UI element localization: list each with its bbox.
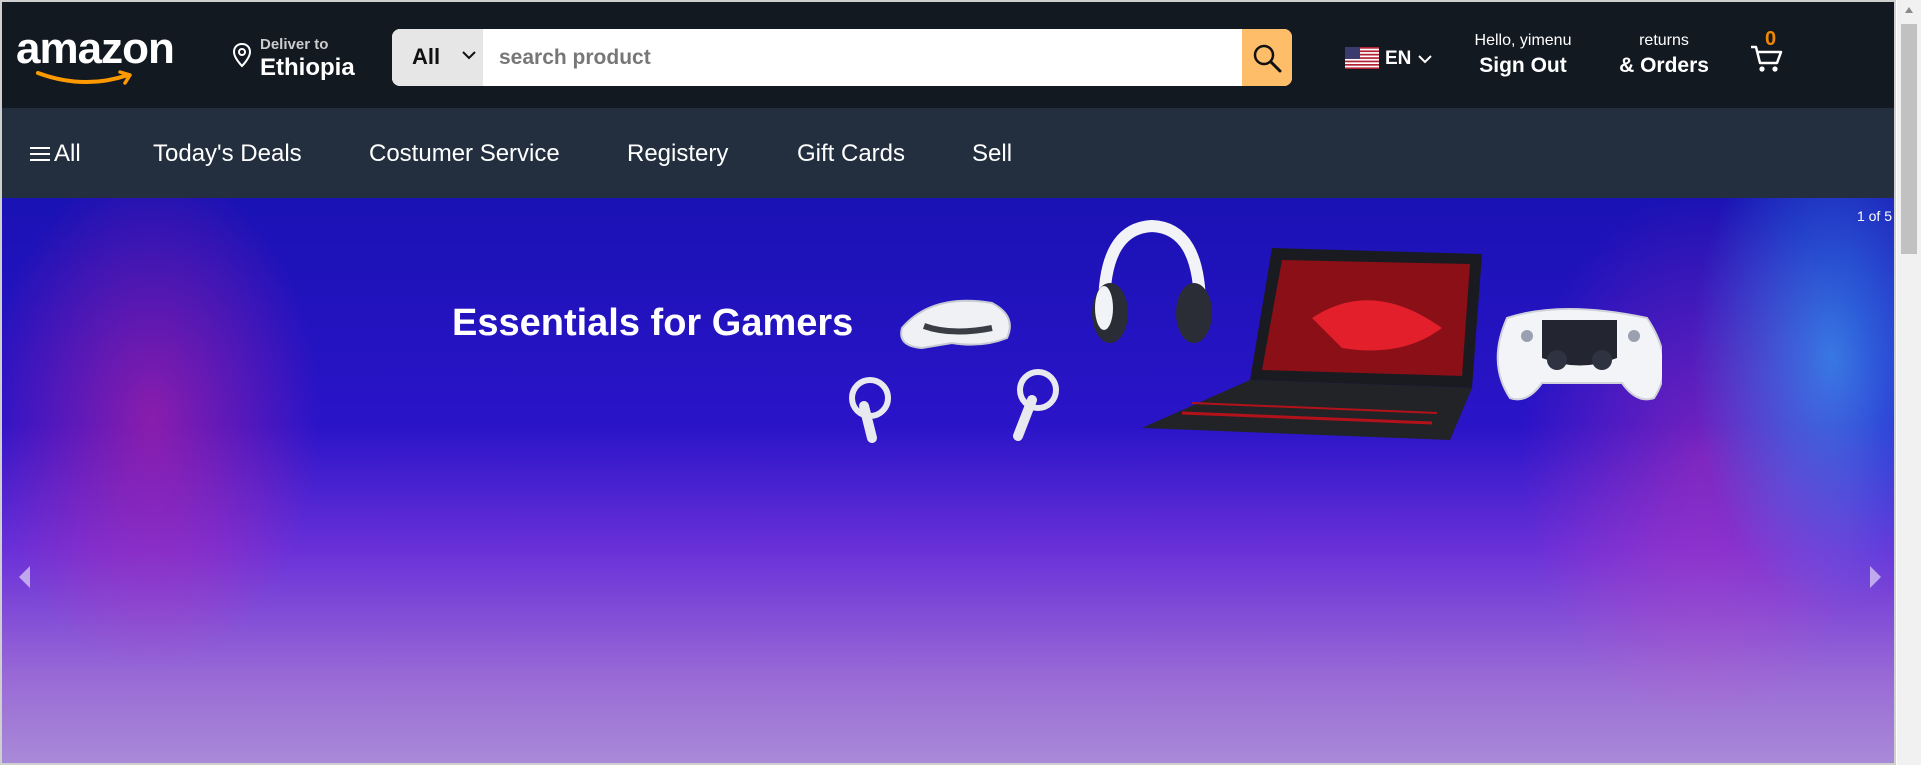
chevron-down-icon [1418, 55, 1432, 64]
nav-item-registry[interactable]: Registery [627, 140, 728, 168]
scroll-up-icon[interactable] [1904, 6, 1914, 14]
nav-item-sell[interactable]: Sell [972, 140, 1012, 168]
search-icon [1253, 44, 1282, 72]
sign-out-link[interactable]: Sign Out [1472, 54, 1574, 78]
headphones-icon [1092, 219, 1212, 343]
search-category-value: All [412, 44, 441, 69]
chevron-right-icon[interactable] [1868, 564, 1884, 590]
nav-item-gift-cards[interactable]: Gift Cards [797, 140, 905, 168]
language-code: EN [1385, 48, 1412, 69]
nav-all-menu[interactable]: All [30, 140, 81, 168]
us-flag-icon [1345, 47, 1379, 69]
hero-headline: Essentials for Gamers [452, 302, 854, 344]
deliver-label: Deliver to [260, 36, 329, 53]
game-controller-icon [1496, 308, 1662, 401]
search-category-select[interactable]: All [392, 29, 483, 86]
page-scrollbar[interactable] [1897, 0, 1921, 765]
nav-all-label: All [54, 140, 81, 167]
logo-text: amazon [16, 24, 175, 73]
category-nav: All Today's Deals Costumer Service Regis… [2, 108, 1894, 198]
chevron-left-icon[interactable] [16, 564, 32, 590]
chevron-down-icon [462, 51, 476, 60]
gaming-products-image [849, 219, 1662, 443]
nav-item-customer-service[interactable]: Costumer Service [369, 140, 560, 168]
account-menu[interactable]: Hello, yimenu Sign Out [1472, 32, 1574, 78]
amazon-logo[interactable]: amazon [16, 24, 176, 85]
account-greeting: Hello, yimenu [1474, 32, 1572, 49]
browser-viewport: amazon Deliver to Ethiopia All search pr… [0, 0, 1896, 765]
menu-icon [30, 147, 50, 161]
top-header: amazon Deliver to Ethiopia All search pr… [2, 2, 1894, 108]
cart-button[interactable]: 0 [1750, 28, 1794, 78]
cart-icon [1751, 45, 1783, 72]
returns-label: returns [1639, 32, 1689, 49]
carousel-counter: 1 of 5 [1856, 208, 1892, 224]
deliver-location: Ethiopia [260, 54, 355, 81]
scrollbar-thumb[interactable] [1901, 24, 1917, 254]
orders-label: & Orders [1619, 54, 1709, 77]
vr-headset-icon [849, 299, 1059, 443]
search-bar: All [392, 29, 1292, 86]
hero-carousel[interactable]: 1 of 5 Essentials for Gamers [2, 198, 1894, 763]
returns-orders-link[interactable]: returns & Orders [1614, 32, 1714, 78]
search-button[interactable] [1242, 29, 1292, 86]
location-pin-icon [232, 42, 252, 68]
search-input[interactable] [483, 29, 1239, 86]
logo-smile-icon [36, 70, 132, 85]
nav-item-todays-deals[interactable]: Today's Deals [153, 140, 302, 168]
